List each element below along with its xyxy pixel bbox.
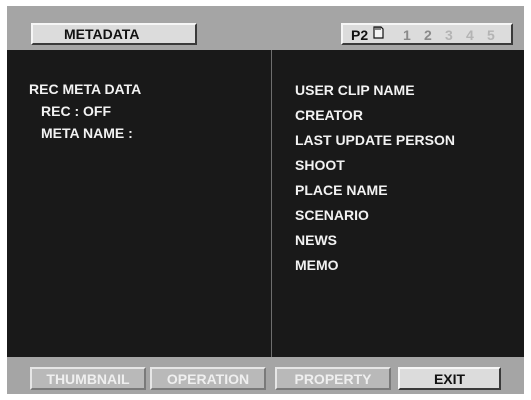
list-item-place-name[interactable]: PLACE NAME bbox=[295, 178, 455, 203]
rec-status[interactable]: REC : OFF bbox=[29, 100, 141, 122]
slot-5: 5 bbox=[487, 27, 495, 43]
property-button-label: PROPERTY bbox=[294, 370, 372, 387]
exit-button[interactable]: EXIT bbox=[398, 367, 501, 390]
rec-meta-heading: REC META DATA bbox=[29, 81, 142, 97]
screen: METADATA P2 1 2 3 4 5 REC META DATA REC … bbox=[0, 0, 531, 400]
operation-button[interactable]: OPERATION bbox=[150, 367, 266, 390]
list-item-last-update-person[interactable]: LAST UPDATE PERSON bbox=[295, 128, 455, 153]
meta-name[interactable]: META NAME : bbox=[29, 122, 141, 144]
card-slot-indicator: P2 1 2 3 4 5 bbox=[341, 23, 513, 45]
footer-bar: THUMBNAIL OPERATION PROPERTY EXIT bbox=[7, 357, 524, 394]
header-bar: METADATA P2 1 2 3 4 5 bbox=[7, 6, 524, 50]
thumbnail-button-label: THUMBNAIL bbox=[46, 370, 130, 387]
page-title-label: METADATA bbox=[64, 26, 140, 42]
metadata-field-list: USER CLIP NAME CREATOR LAST UPDATE PERSO… bbox=[295, 78, 455, 278]
column-divider bbox=[271, 50, 272, 357]
list-item-memo[interactable]: MEMO bbox=[295, 253, 455, 278]
memory-card-icon bbox=[373, 26, 384, 39]
rec-meta-section: REC META DATA REC : OFF META NAME : bbox=[29, 78, 141, 144]
property-button[interactable]: PROPERTY bbox=[275, 367, 391, 390]
slot-2: 2 bbox=[424, 27, 432, 43]
list-item-creator[interactable]: CREATOR bbox=[295, 103, 455, 128]
page-title: METADATA bbox=[31, 23, 197, 45]
exit-button-label: EXIT bbox=[433, 370, 466, 387]
list-item-shoot[interactable]: SHOOT bbox=[295, 153, 455, 178]
slot-4: 4 bbox=[466, 27, 474, 43]
thumbnail-button[interactable]: THUMBNAIL bbox=[30, 367, 146, 390]
list-item-scenario[interactable]: SCENARIO bbox=[295, 203, 455, 228]
slot-1: 1 bbox=[403, 27, 411, 43]
metadata-panel: METADATA P2 1 2 3 4 5 REC META DATA REC … bbox=[7, 6, 524, 394]
list-item-user-clip-name[interactable]: USER CLIP NAME bbox=[295, 78, 455, 103]
list-item-news[interactable]: NEWS bbox=[295, 228, 455, 253]
p2-card-label: P2 bbox=[351, 27, 369, 43]
slot-3: 3 bbox=[445, 27, 453, 43]
operation-button-label: OPERATION bbox=[166, 370, 250, 387]
